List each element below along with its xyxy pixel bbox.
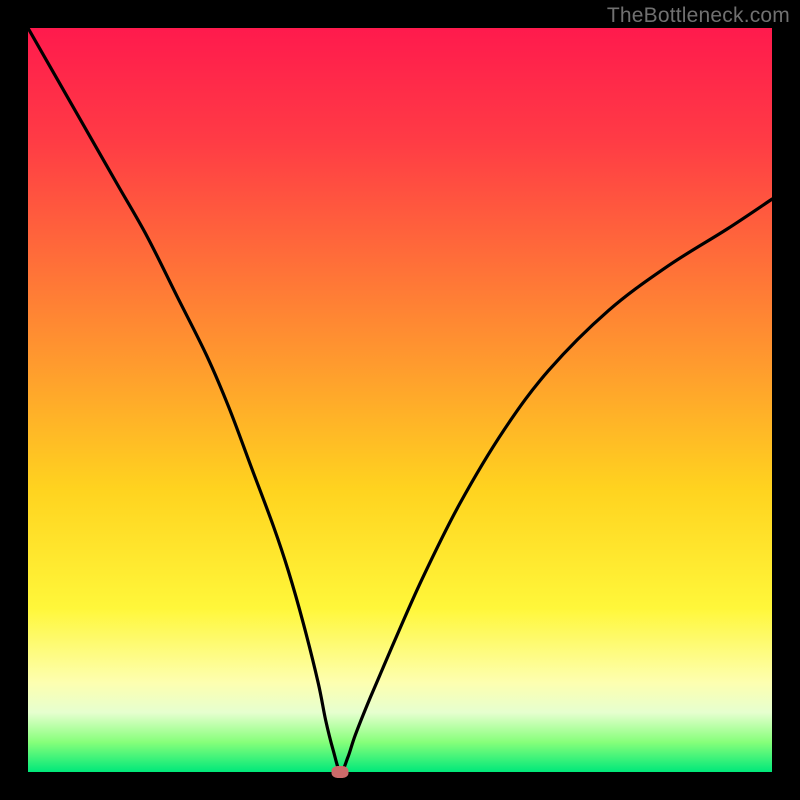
- bottleneck-curve: [28, 28, 772, 772]
- watermark-text: TheBottleneck.com: [607, 4, 790, 28]
- optimum-marker: [332, 766, 349, 778]
- chart-frame: TheBottleneck.com: [0, 0, 800, 800]
- chart-svg: [28, 28, 772, 772]
